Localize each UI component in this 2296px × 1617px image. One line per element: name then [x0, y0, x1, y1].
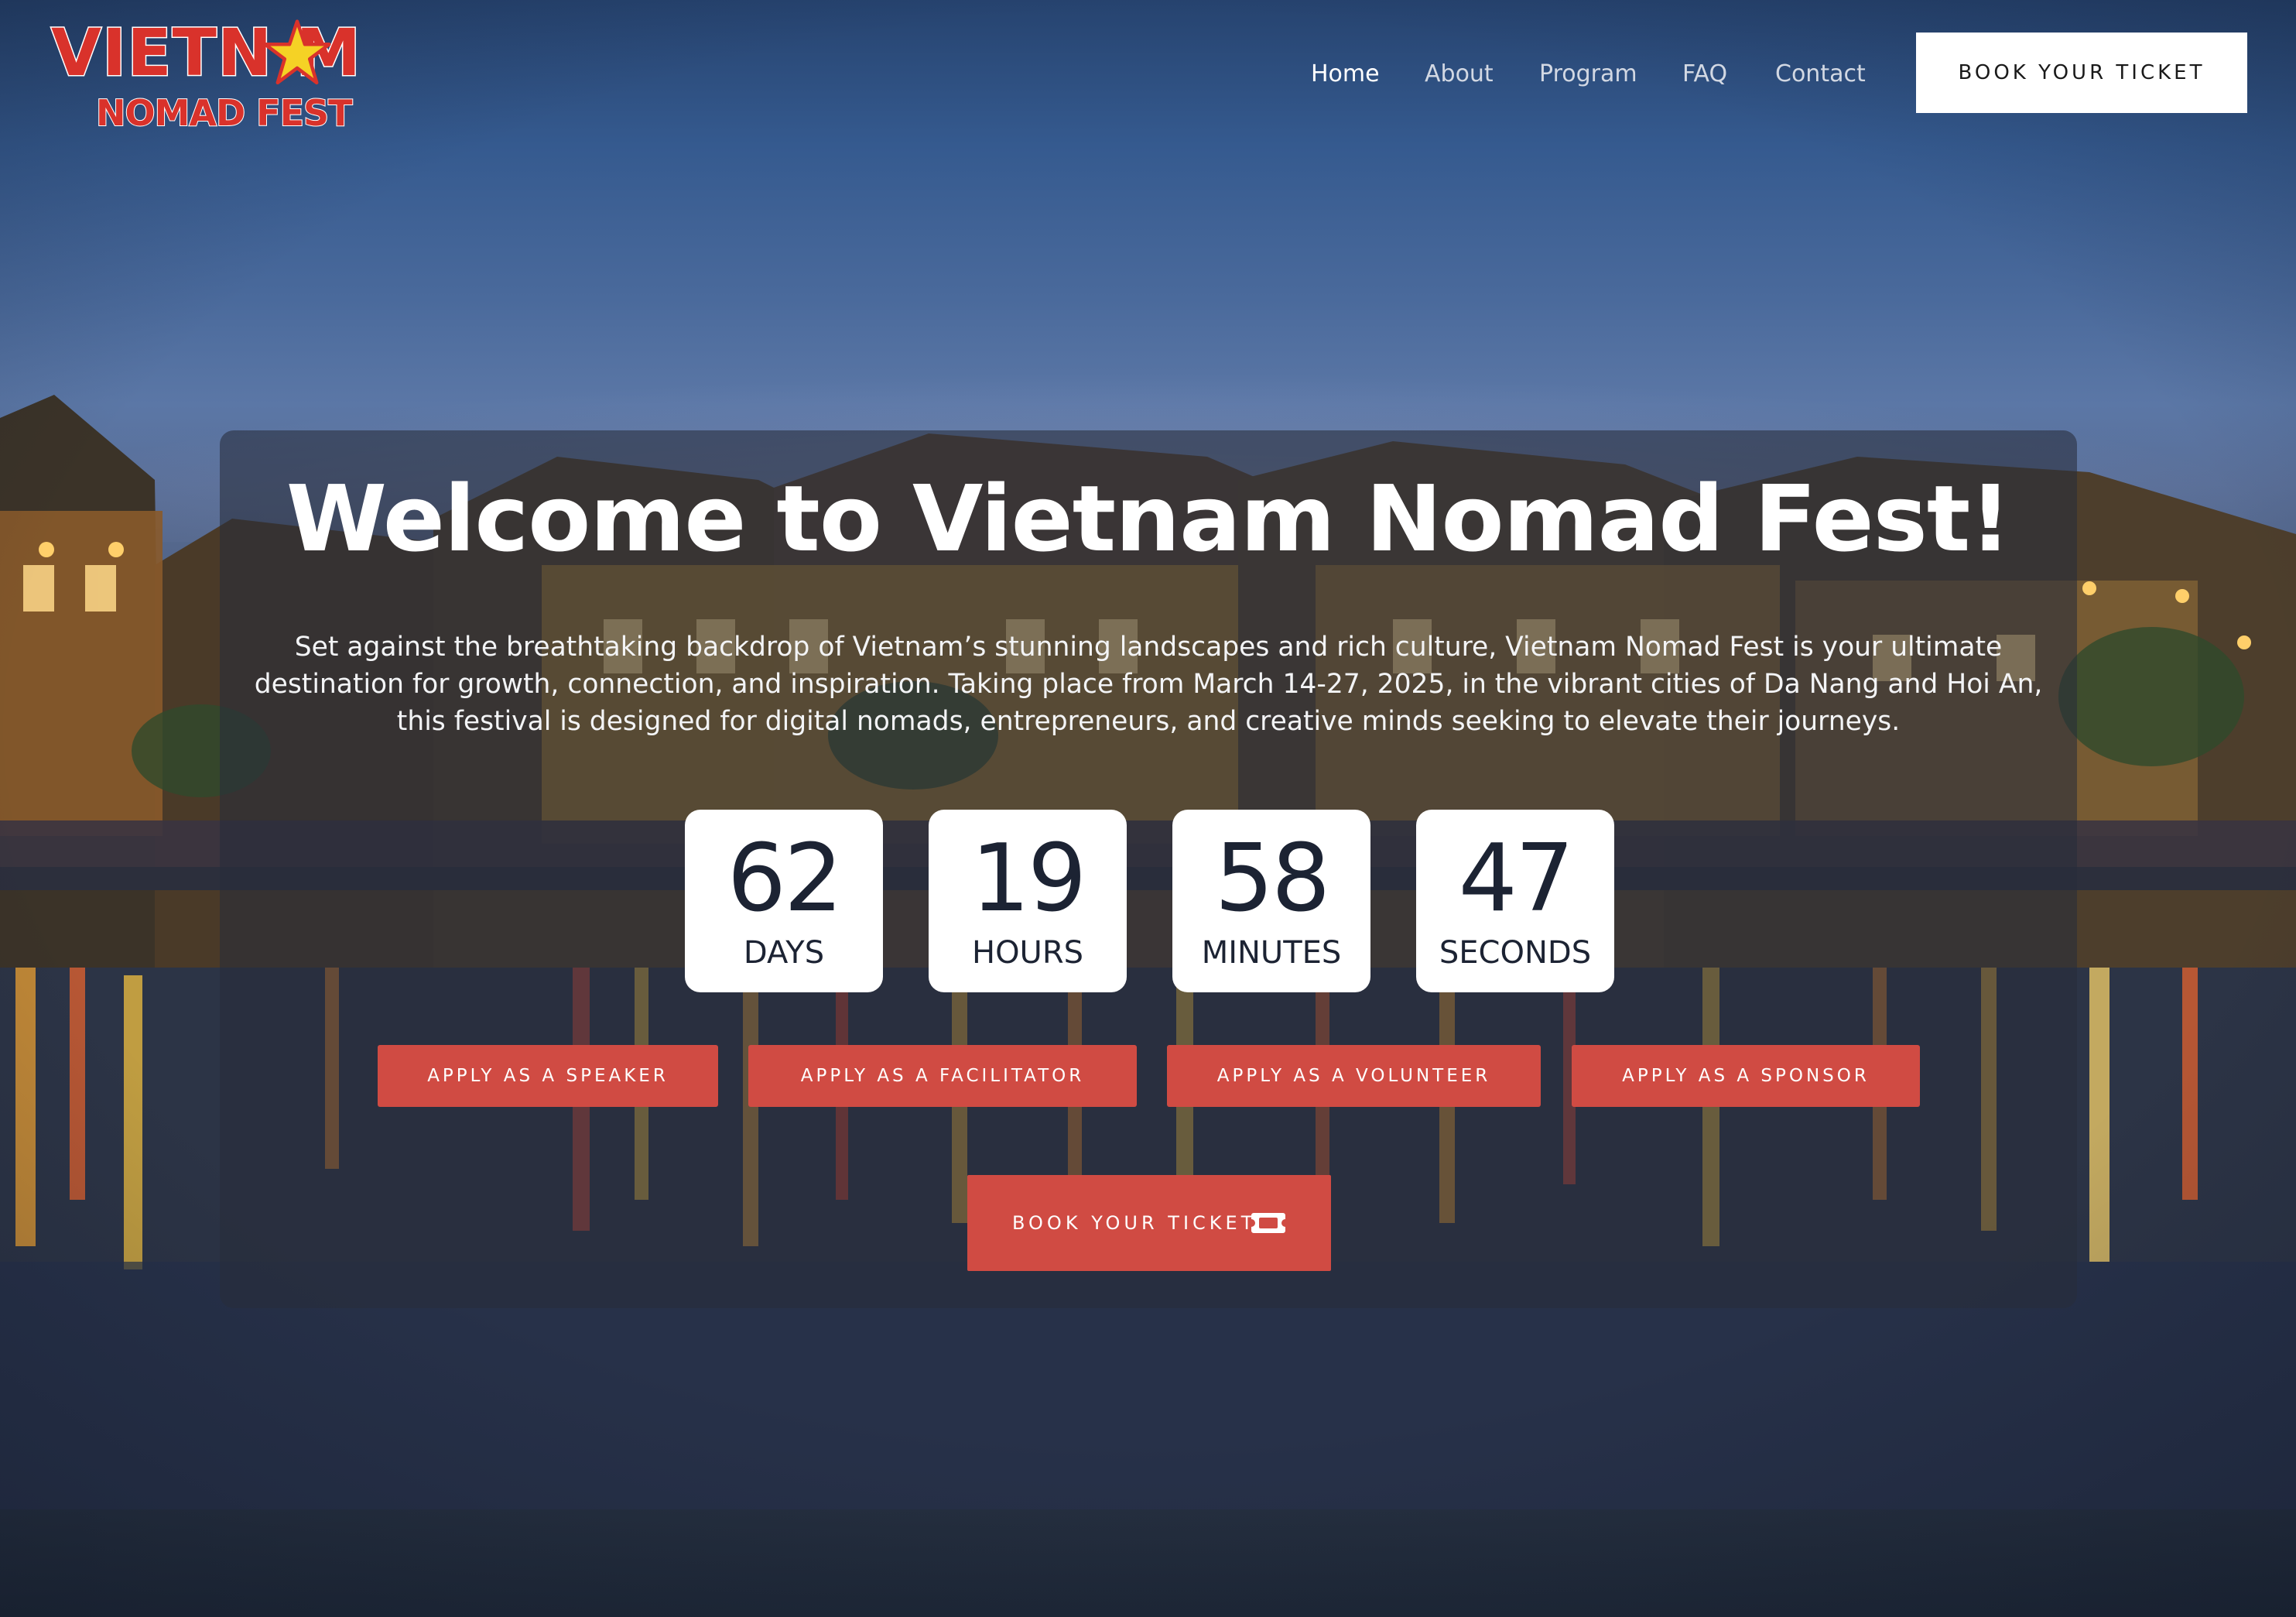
countdown-days-value: 62: [727, 825, 843, 933]
hero-title: Welcome to Vietnam Nomad Fest!: [286, 465, 2011, 572]
countdown-seconds-value: 47: [1458, 825, 1575, 933]
countdown-seconds: 47 SECONDS: [1416, 810, 1614, 992]
countdown-minutes-value: 58: [1214, 825, 1331, 933]
book-ticket-label: BOOK YOUR TICKET: [1012, 1212, 1257, 1234]
countdown-hours-label: HOURS: [971, 935, 1084, 971]
nav-faq[interactable]: FAQ: [1682, 56, 1727, 93]
countdown-days: 62 DAYS: [685, 810, 883, 992]
countdown-seconds-label: SECONDS: [1439, 935, 1592, 971]
countdown-days-label: DAYS: [743, 935, 825, 971]
apply-facilitator-button[interactable]: APPLY AS A FACILITATOR: [748, 1045, 1137, 1107]
countdown-hours: 19 HOURS: [929, 810, 1127, 992]
header-book-ticket-button[interactable]: BOOK YOUR TICKET: [1916, 33, 2247, 113]
nav-contact[interactable]: Contact: [1775, 56, 1866, 93]
countdown-hours-value: 19: [970, 825, 1087, 933]
nav-program[interactable]: Program: [1539, 56, 1637, 93]
nav-about[interactable]: About: [1425, 56, 1494, 93]
site-logo[interactable]: VIETN M NOMAD FEST: [50, 14, 392, 138]
countdown-minutes-label: MINUTES: [1201, 935, 1342, 971]
logo-wordmark: VIETN M: [50, 14, 362, 92]
countdown-minutes: 58 MINUTES: [1172, 810, 1370, 992]
logo-subtitle: NOMAD FEST: [95, 91, 354, 135]
star-icon: [263, 19, 331, 85]
apply-speaker-button[interactable]: APPLY AS A SPEAKER: [378, 1045, 718, 1107]
site-header: VIETN M NOMAD FEST Home About Program FA…: [0, 0, 2296, 147]
hero-description: Set against the breathtaking backdrop of…: [254, 632, 2043, 737]
nav-home[interactable]: Home: [1311, 56, 1380, 93]
ticket-icon: [1251, 1213, 1285, 1233]
apply-sponsor-button[interactable]: APPLY AS A SPONSOR: [1572, 1045, 1920, 1107]
book-ticket-button[interactable]: BOOK YOUR TICKET: [967, 1175, 1331, 1271]
apply-volunteer-button[interactable]: APPLY AS A VOLUNTEER: [1167, 1045, 1541, 1107]
